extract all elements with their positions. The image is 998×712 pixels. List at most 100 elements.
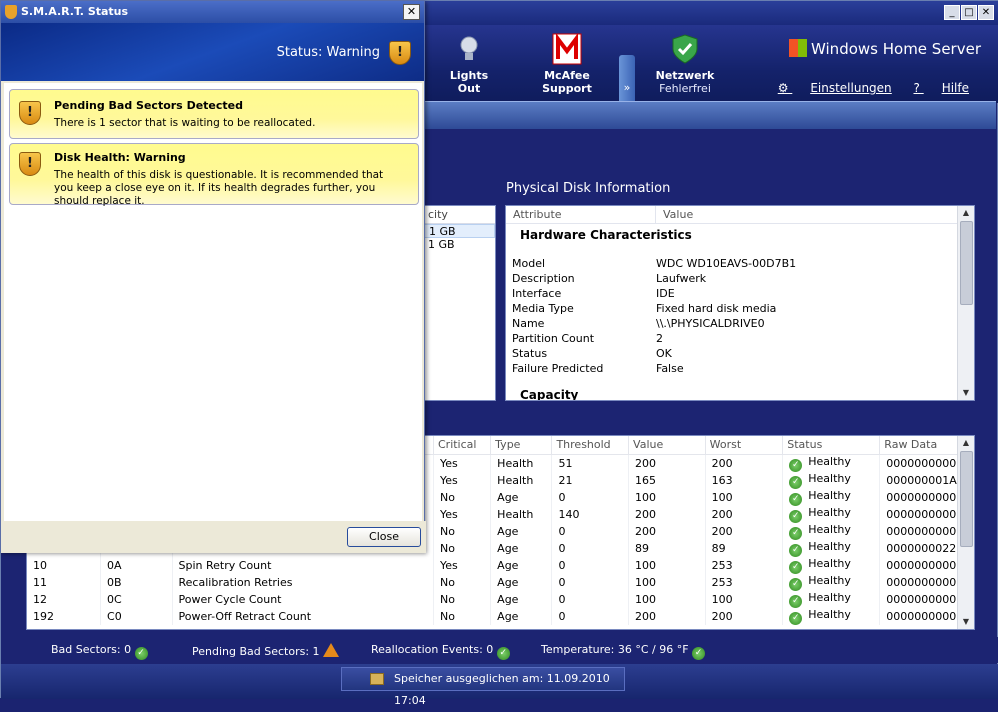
disk-info-row: Interface IDE xyxy=(506,286,974,301)
scroll-thumb[interactable] xyxy=(960,221,973,305)
close-button[interactable]: Close xyxy=(347,527,421,547)
table-cell: ✓ Healthy xyxy=(782,573,881,591)
balance-status: Speicher ausgeglichen am: 11.09.2010 17:… xyxy=(341,667,625,707)
warning-shield-icon: ! xyxy=(19,152,41,176)
smart-column-header[interactable]: Threshold xyxy=(551,436,630,455)
nav-lights-sub: Out xyxy=(457,82,481,95)
nav-mcafee-support[interactable]: McAfee Support xyxy=(531,33,603,95)
table-cell: Health xyxy=(490,471,553,489)
maximize-button[interactable]: □ xyxy=(961,5,977,20)
table-cell: Age xyxy=(490,556,553,574)
table-row[interactable]: 11 0B Recalibration Retries No Age 0 100 253 ✓ He… xyxy=(27,573,959,591)
attribute-value: OK xyxy=(656,347,672,360)
table-row[interactable]: 12 0C Power Cycle Count No Age 0 100 100 ✓ Health… xyxy=(27,590,959,608)
table-cell: 89 xyxy=(628,539,706,557)
lightbulb-icon xyxy=(460,36,478,60)
dialog-body: ! Pending Bad Sectors Detected There is … xyxy=(4,83,422,521)
table-cell: 21 xyxy=(551,471,630,489)
dialog-close-x-button[interactable]: ✕ xyxy=(403,4,420,20)
table-cell: 000000001A34 xyxy=(879,471,959,489)
attribute-value: \\.\PHYSICALDRIVE0 xyxy=(656,317,765,330)
table-cell: 200 xyxy=(705,454,784,472)
healthy-check-icon: ✓ xyxy=(789,560,803,574)
smart-column-header[interactable]: Value xyxy=(628,436,706,455)
smart-column-header[interactable]: Raw Data xyxy=(879,436,959,455)
col-attribute: Attribute xyxy=(506,206,656,223)
table-cell: 000000000000 xyxy=(879,454,959,472)
smart-column-header[interactable]: Status xyxy=(782,436,881,455)
table-row[interactable]: 192 C0 Power-Off Retract Count No Age 0 200 200… xyxy=(27,607,959,625)
table-cell: 10 xyxy=(27,556,102,574)
realloc-text: Reallocation Events: 0 xyxy=(371,643,494,656)
table-cell: Age xyxy=(490,573,553,591)
table-cell: 11 xyxy=(27,573,102,591)
attribute-value: Laufwerk xyxy=(656,272,707,285)
volume-row[interactable]: 1 GB xyxy=(422,238,495,252)
table-cell: Yes xyxy=(433,471,492,489)
disk-info-row: Model WDC WD10EAVS-00D7B1 xyxy=(506,256,974,271)
table-cell: 253 xyxy=(705,556,784,574)
table-cell: C0 xyxy=(100,607,173,625)
table-cell: Recalibration Retries xyxy=(172,573,434,591)
status-text: Healthy xyxy=(808,539,851,553)
check-icon: ✓ xyxy=(496,647,510,660)
smart-scrollbar[interactable]: ▲ ▼ xyxy=(957,436,974,629)
scroll-down-icon[interactable]: ▼ xyxy=(958,615,974,629)
pending-text: Pending Bad Sectors: 1 xyxy=(192,645,320,658)
table-cell: 00000000222D xyxy=(879,539,959,557)
table-cell: 165 xyxy=(628,471,706,489)
volume-list[interactable]: city 1 GB 1 GB xyxy=(421,205,496,401)
attribute-value: IDE xyxy=(656,287,675,300)
nav-network-label: Netzwerk xyxy=(655,69,715,82)
scroll-up-icon[interactable]: ▲ xyxy=(958,436,974,450)
settings-label: Einstellungen xyxy=(810,81,892,95)
status-temperature: Temperature: 36 °C / 96 °F ✓ xyxy=(541,643,711,660)
table-cell: 100 xyxy=(628,573,706,591)
volume-row[interactable]: 1 GB xyxy=(422,224,495,238)
disk-info-row: Status OK xyxy=(506,346,974,361)
healthy-check-icon: ✓ xyxy=(789,475,803,489)
disk-info-scrollbar[interactable]: ▲ ▼ xyxy=(957,206,974,400)
disk-info-row: Media Type Fixed hard disk media xyxy=(506,301,974,316)
window-close-button[interactable]: ✕ xyxy=(978,5,994,20)
windows-logo-icon xyxy=(789,39,808,57)
attribute-name: Interface xyxy=(512,287,562,300)
scroll-thumb[interactable] xyxy=(960,451,973,547)
nav-network[interactable]: Netzwerk Fehlerfrei xyxy=(649,33,721,95)
alert-description: There is 1 sector that is waiting to be … xyxy=(54,117,316,129)
dialog-header: Status: Warning ! xyxy=(1,23,424,81)
table-cell: 0A xyxy=(100,556,173,574)
status-text: Healthy xyxy=(808,573,851,587)
smart-column-header[interactable]: Worst xyxy=(705,436,784,455)
healthy-check-icon: ✓ xyxy=(789,492,803,506)
healthy-check-icon: ✓ xyxy=(789,611,803,625)
table-cell: 0C xyxy=(100,590,173,608)
scroll-up-icon[interactable]: ▲ xyxy=(958,206,974,220)
table-cell: 0 xyxy=(551,488,630,506)
status-bar: Bad Sectors: 0 ✓ Pending Bad Sectors: 1 … xyxy=(1,637,998,663)
dialog-titlebar: S.M.A.R.T. Status ✕ xyxy=(1,1,424,23)
smart-column-header[interactable]: Type xyxy=(490,436,553,455)
nav-lights-out[interactable]: Lights Out xyxy=(433,33,505,95)
smart-column-header[interactable]: Critical xyxy=(433,436,492,455)
mcafee-icon xyxy=(552,33,582,65)
attribute-value: Fixed hard disk media xyxy=(656,302,777,315)
minimize-button[interactable]: _ xyxy=(944,5,960,20)
attribute-value: False xyxy=(656,362,684,375)
table-cell: 51 xyxy=(551,454,630,472)
table-cell: Yes xyxy=(433,454,492,472)
healthy-check-icon: ✓ xyxy=(789,458,803,472)
table-cell: No xyxy=(433,590,492,608)
status-text: Healthy xyxy=(808,505,851,519)
brand: Windows Home Server xyxy=(789,39,981,58)
help-link[interactable]: ? Hilfe xyxy=(914,81,970,95)
table-cell: 192 xyxy=(27,607,102,625)
table-cell: ✓ Healthy xyxy=(782,454,881,472)
table-cell: 100 xyxy=(628,590,706,608)
status-text: Healthy xyxy=(808,471,851,485)
scroll-down-icon[interactable]: ▼ xyxy=(958,386,974,400)
settings-link[interactable]: ⚙ Einstellungen xyxy=(778,81,892,95)
attribute-name: Media Type xyxy=(512,302,574,315)
table-cell: 100 xyxy=(628,488,706,506)
table-row[interactable]: 10 0A Spin Retry Count Yes Age 0 100 253 ✓ Health… xyxy=(27,556,959,574)
